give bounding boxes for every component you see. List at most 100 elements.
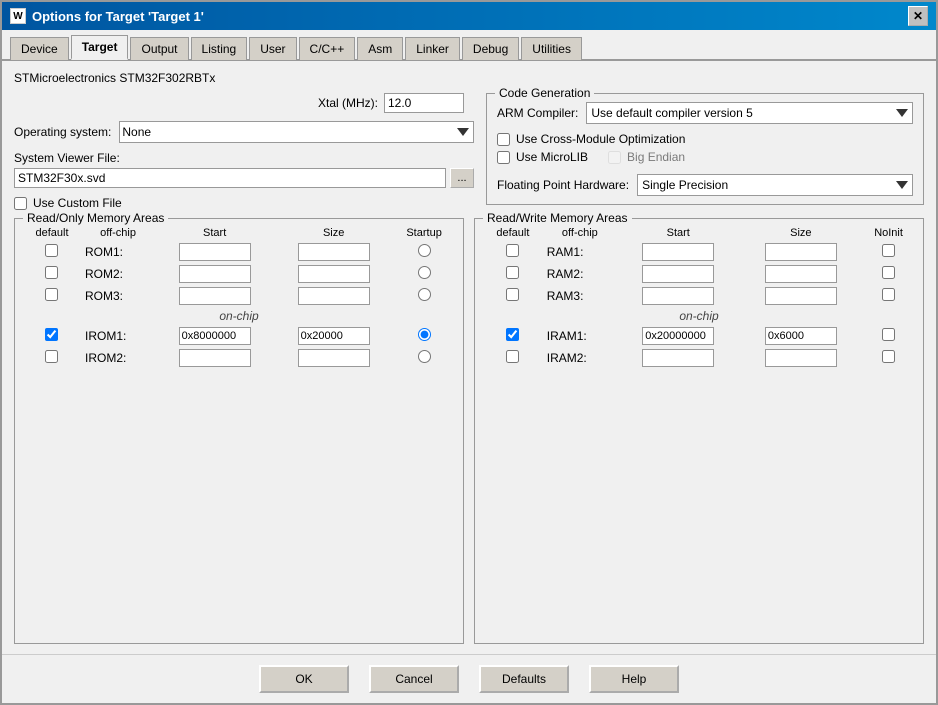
rw-header-size: Size bbox=[740, 225, 863, 241]
title-bar: W Options for Target 'Target 1' ✕ bbox=[2, 2, 936, 30]
rw-header-offchip: off-chip bbox=[543, 225, 617, 241]
rw-row0-size[interactable] bbox=[765, 243, 837, 261]
read-write-memory-group: Read/Write Memory Areas default off-chip… bbox=[474, 218, 924, 644]
rw-iram1-start[interactable] bbox=[642, 327, 714, 345]
browse-button[interactable]: ... bbox=[450, 168, 474, 188]
close-button[interactable]: ✕ bbox=[908, 6, 928, 26]
ro-irom1-startup[interactable] bbox=[418, 328, 431, 341]
rw-iram1-noinit[interactable] bbox=[882, 328, 895, 341]
ro-irom2-size[interactable] bbox=[298, 349, 370, 367]
ro-row2-start[interactable] bbox=[179, 287, 251, 305]
main-content: STMicroelectronics STM32F302RBTx Xtal (M… bbox=[2, 61, 936, 654]
ro-row0-startup[interactable] bbox=[418, 244, 431, 257]
tab-device[interactable]: Device bbox=[10, 37, 69, 60]
rw-row0-label: RAM1: bbox=[547, 245, 584, 259]
help-button[interactable]: Help bbox=[589, 665, 679, 693]
table-row: IROM2: bbox=[23, 347, 455, 369]
rw-row0-default[interactable] bbox=[506, 244, 519, 257]
rw-header-default: default bbox=[483, 225, 543, 241]
svf-label: System Viewer File: bbox=[14, 151, 474, 165]
rw-row1-noinit[interactable] bbox=[882, 266, 895, 279]
ro-row1-default[interactable] bbox=[45, 266, 58, 279]
rw-iram1-size[interactable] bbox=[765, 327, 837, 345]
ro-header-start: Start bbox=[155, 225, 274, 241]
dialog-title: Options for Target 'Target 1' bbox=[32, 9, 204, 24]
rw-iram2-default[interactable] bbox=[506, 350, 519, 363]
table-row: ROM3: bbox=[23, 285, 455, 307]
tab-utilities[interactable]: Utilities bbox=[521, 37, 582, 60]
tab-asm[interactable]: Asm bbox=[357, 37, 403, 60]
rw-row2-label: RAM3: bbox=[547, 289, 584, 303]
ro-row0-size[interactable] bbox=[298, 243, 370, 261]
ro-row0-label: ROM1: bbox=[85, 245, 123, 259]
use-custom-file-checkbox[interactable] bbox=[14, 197, 27, 210]
ro-row2-startup[interactable] bbox=[418, 288, 431, 301]
defaults-button[interactable]: Defaults bbox=[479, 665, 569, 693]
rw-row1-start[interactable] bbox=[642, 265, 714, 283]
compiler-select[interactable]: Use default compiler version 5 bbox=[586, 102, 913, 124]
table-row: RAM2: bbox=[483, 263, 915, 285]
tab-linker[interactable]: Linker bbox=[405, 37, 460, 60]
rw-row0-start[interactable] bbox=[642, 243, 714, 261]
rw-iram1-default[interactable] bbox=[506, 328, 519, 341]
ro-irom1-size[interactable] bbox=[298, 327, 370, 345]
svf-input[interactable] bbox=[14, 168, 446, 188]
rw-row1-default[interactable] bbox=[506, 266, 519, 279]
rw-iram2-size[interactable] bbox=[765, 349, 837, 367]
ro-row2-size[interactable] bbox=[298, 287, 370, 305]
rw-row1-size[interactable] bbox=[765, 265, 837, 283]
rw-row2-size[interactable] bbox=[765, 287, 837, 305]
ro-row2-default[interactable] bbox=[45, 288, 58, 301]
rw-row0-noinit[interactable] bbox=[882, 244, 895, 257]
table-row: ROM1: bbox=[23, 241, 455, 263]
read-only-legend: Read/Only Memory Areas bbox=[23, 211, 168, 225]
ro-irom2-label: IROM2: bbox=[85, 351, 126, 365]
rw-iram2-noinit[interactable] bbox=[882, 350, 895, 363]
ro-row0-start[interactable] bbox=[179, 243, 251, 261]
ro-row2-label: ROM3: bbox=[85, 289, 123, 303]
tab-cpp[interactable]: C/C++ bbox=[299, 37, 356, 60]
rw-row2-start[interactable] bbox=[642, 287, 714, 305]
table-row: IRAM1: bbox=[483, 325, 915, 347]
tab-output[interactable]: Output bbox=[130, 37, 188, 60]
read-only-memory-group: Read/Only Memory Areas default off-chip … bbox=[14, 218, 464, 644]
compiler-label: ARM Compiler: bbox=[497, 106, 578, 120]
tab-user[interactable]: User bbox=[249, 37, 296, 60]
fp-select[interactable]: Single Precision bbox=[637, 174, 913, 196]
table-row: RAM1: bbox=[483, 241, 915, 263]
ro-irom1-default[interactable] bbox=[45, 328, 58, 341]
ro-irom2-startup[interactable] bbox=[418, 350, 431, 363]
cross-module-checkbox[interactable] bbox=[497, 133, 510, 146]
tab-bar: Device Target Output Listing User C/C++ … bbox=[2, 30, 936, 61]
rw-row2-default[interactable] bbox=[506, 288, 519, 301]
os-label: Operating system: bbox=[14, 125, 111, 139]
tab-listing[interactable]: Listing bbox=[191, 37, 248, 60]
code-gen-legend: Code Generation bbox=[495, 86, 594, 100]
ro-row1-startup[interactable] bbox=[418, 266, 431, 279]
big-endian-checkbox[interactable] bbox=[608, 151, 621, 164]
rw-iram2-start[interactable] bbox=[642, 349, 714, 367]
code-gen-group: Code Generation ARM Compiler: Use defaul… bbox=[486, 93, 924, 205]
device-name: STMicroelectronics STM32F302RBTx bbox=[14, 71, 924, 85]
os-select[interactable]: None bbox=[119, 121, 474, 143]
rw-row2-noinit[interactable] bbox=[882, 288, 895, 301]
tab-debug[interactable]: Debug bbox=[462, 37, 519, 60]
xtal-input[interactable] bbox=[384, 93, 464, 113]
ro-irom1-label: IROM1: bbox=[85, 329, 126, 343]
microlib-label: Use MicroLIB bbox=[516, 150, 588, 164]
tab-target[interactable]: Target bbox=[71, 35, 129, 60]
microlib-checkbox[interactable] bbox=[497, 151, 510, 164]
ro-irom2-start[interactable] bbox=[179, 349, 251, 367]
ro-row1-start[interactable] bbox=[179, 265, 251, 283]
table-row: RAM3: bbox=[483, 285, 915, 307]
ro-irom2-default[interactable] bbox=[45, 350, 58, 363]
cancel-button[interactable]: Cancel bbox=[369, 665, 459, 693]
table-row: ROM2: bbox=[23, 263, 455, 285]
ro-row1-size[interactable] bbox=[298, 265, 370, 283]
ro-row0-default[interactable] bbox=[45, 244, 58, 257]
bottom-bar: OK Cancel Defaults Help bbox=[2, 654, 936, 703]
dialog-window: W Options for Target 'Target 1' ✕ Device… bbox=[0, 0, 938, 705]
ok-button[interactable]: OK bbox=[259, 665, 349, 693]
ro-irom1-start[interactable] bbox=[179, 327, 251, 345]
use-custom-file-label: Use Custom File bbox=[33, 196, 122, 210]
